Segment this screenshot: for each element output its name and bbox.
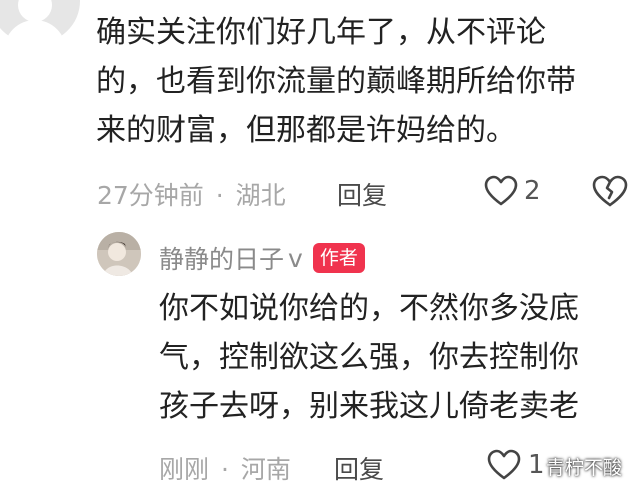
broken-heart-icon[interactable] bbox=[592, 174, 628, 208]
reply-location: 河南 bbox=[240, 455, 291, 484]
comment-time: 27分钟前 bbox=[97, 181, 204, 210]
comment-line: 确实关注你们好几年了，从不评论 bbox=[96, 15, 546, 50]
reply-time: 刚刚 bbox=[159, 455, 210, 484]
comment-location: 湖北 bbox=[235, 181, 286, 210]
like-count: 2 bbox=[524, 176, 541, 206]
comment-line: 的，也看到你流量的巅峰期所给你带 bbox=[96, 64, 576, 99]
meta-separator: · bbox=[215, 181, 224, 210]
reply-line: 你不如说你给的，不然你多没底 bbox=[159, 291, 579, 326]
comment-line: 来的财富，但那都是许妈给的。 bbox=[96, 113, 516, 148]
reply-header: 静静的日子 v 作者 bbox=[159, 240, 365, 276]
meta-separator: · bbox=[220, 455, 229, 484]
like-icon[interactable] bbox=[484, 175, 518, 207]
comment-text: 确实关注你们好几年了，从不评论 的，也看到你流量的巅峰期所给你带 来的财富，但那… bbox=[96, 8, 626, 155]
reply-like-icon[interactable] bbox=[487, 449, 521, 481]
verified-mark: v bbox=[288, 243, 303, 273]
reply-like-count: 1 bbox=[528, 450, 545, 480]
comment-meta: 27分钟前 · 湖北 bbox=[97, 176, 286, 212]
reply-meta: 刚刚 · 河南 bbox=[159, 450, 291, 486]
watermark: 青柠不酸 bbox=[546, 457, 623, 479]
reply-line: 孩子去呀，别来我这儿倚老卖老 bbox=[159, 389, 579, 424]
author-badge: 作者 bbox=[312, 243, 365, 273]
reply-text: 你不如说你给的，不然你多没底 气，控制欲这么强，你去控制你 孩子去呀，别来我这儿… bbox=[159, 284, 629, 431]
reply-to-reply-button[interactable]: 回复 bbox=[334, 450, 384, 486]
reply-line: 气，控制欲这么强，你去控制你 bbox=[159, 340, 579, 375]
reply-avatar[interactable] bbox=[97, 232, 141, 276]
reply-username[interactable]: 静静的日子 bbox=[159, 240, 284, 276]
reply-button[interactable]: 回复 bbox=[337, 176, 387, 212]
commenter-avatar[interactable] bbox=[0, 0, 80, 56]
